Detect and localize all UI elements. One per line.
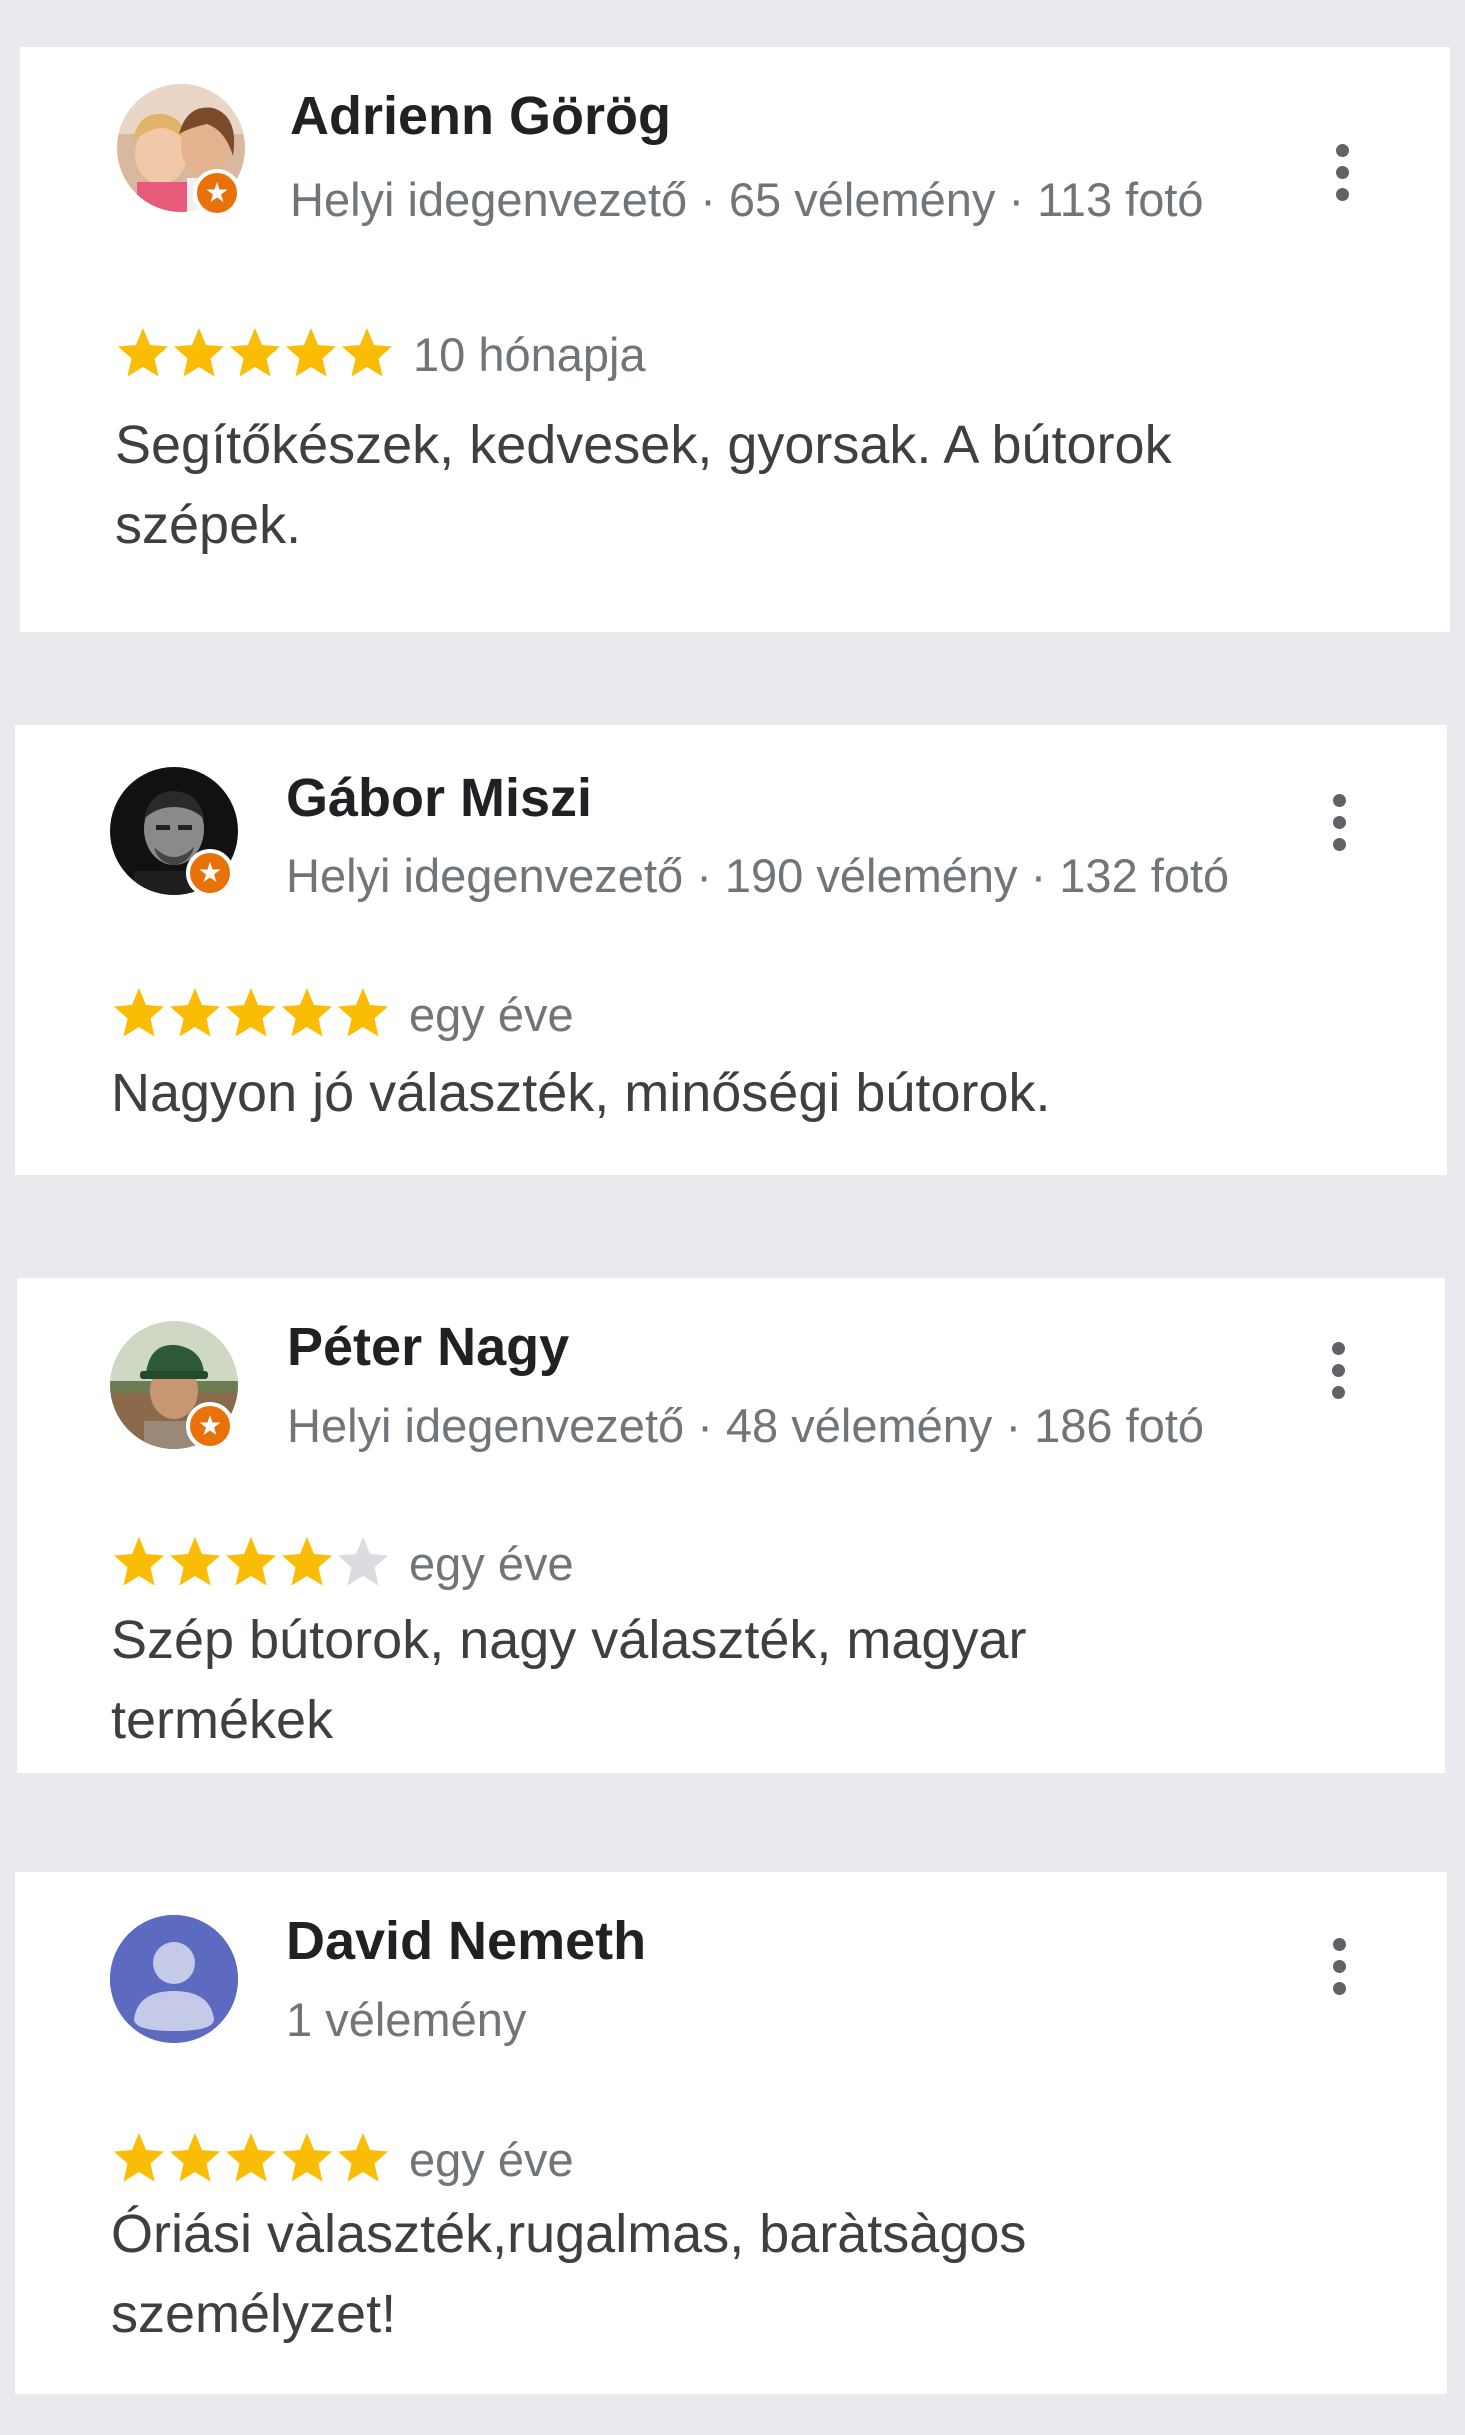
star-icon	[282, 1537, 332, 1586]
more-vert-icon-dot	[1332, 1959, 1346, 1973]
star-icon	[286, 328, 336, 377]
reviewer-name[interactable]: Adrienn Görög	[290, 85, 671, 147]
reviewer-name[interactable]: Péter Nagy	[287, 1316, 569, 1378]
star-icon	[338, 988, 388, 1037]
review-date: egy éve	[409, 1537, 574, 1590]
more-vert-icon	[1332, 1937, 1346, 1951]
star-icon	[170, 1537, 220, 1586]
more-vert-icon-dot	[1335, 187, 1349, 201]
star-rating	[111, 983, 391, 1043]
star-icon	[226, 988, 276, 1037]
star-icon	[226, 2133, 276, 2182]
reviewer-name[interactable]: Gábor Miszi	[286, 767, 592, 829]
star-icon	[230, 328, 280, 377]
star-icon	[282, 988, 332, 1037]
star-icon	[338, 1537, 388, 1586]
local-guide-badge-icon	[193, 169, 241, 217]
star-icon	[282, 2133, 332, 2182]
more-vert-icon-dot	[1332, 1981, 1346, 1995]
star-icon	[170, 2133, 220, 2182]
review-text: Nagyon jó választék, minőségi bútorok.	[111, 1063, 1051, 1123]
star-rating	[111, 2128, 391, 2188]
star-rating	[115, 323, 395, 383]
star-icon	[226, 1537, 276, 1586]
review-card: Péter Nagy Helyi idegenvezető · 48 vélem…	[17, 1278, 1445, 1773]
reviewer-meta[interactable]: Helyi idegenvezető · 48 vélemény · 186 f…	[287, 1398, 1204, 1453]
review-card: David Nemeth 1 vélemény egy éve Óriási v…	[15, 1872, 1447, 2394]
reviewer-meta[interactable]: Helyi idegenvezető · 65 vélemény · 113 f…	[290, 172, 1204, 227]
reviewer-meta[interactable]: Helyi idegenvezető · 190 vélemény · 132 …	[286, 848, 1229, 903]
review-date: egy éve	[409, 988, 574, 1041]
star-icon	[114, 1537, 164, 1586]
more-vert-icon-dot	[1332, 837, 1346, 851]
local-guide-badge-icon	[186, 849, 234, 897]
star-rating	[111, 1532, 391, 1592]
reviewer-meta[interactable]: 1 vélemény	[286, 1992, 526, 2047]
review-text: Szép bútorok, nagy választék, magyar ter…	[111, 1610, 1027, 1750]
star-icon	[170, 988, 220, 1037]
more-vert-icon	[1335, 143, 1349, 157]
reviewer-name[interactable]: David Nemeth	[286, 1910, 646, 1972]
star-icon	[338, 2133, 388, 2182]
more-vert-icon-dot	[1335, 165, 1349, 179]
more-options-button[interactable]	[1309, 1921, 1369, 2011]
review-card: Adrienn Görög Helyi idegenvezető · 65 vé…	[20, 47, 1450, 632]
review-text: Segítőkészek, kedvesek, gyorsak. A bútor…	[115, 415, 1172, 555]
default-person-avatar-icon	[110, 1915, 238, 2043]
review-date: egy éve	[409, 2133, 574, 2186]
local-guide-badge-icon	[186, 1402, 234, 1450]
star-icon	[118, 328, 168, 377]
more-vert-icon	[1331, 1341, 1345, 1355]
star-icon	[342, 328, 392, 377]
star-icon	[114, 2133, 164, 2182]
star-icon	[174, 328, 224, 377]
more-options-button[interactable]	[1312, 127, 1372, 217]
star-icon	[114, 988, 164, 1037]
more-vert-icon	[1332, 793, 1346, 807]
review-text: Óriási vàlaszték,rugalmas, baràtsàgos sz…	[111, 2204, 1027, 2344]
review-card: Gábor Miszi Helyi idegenvezető · 190 vél…	[15, 725, 1447, 1175]
more-vert-icon-dot	[1331, 1363, 1345, 1377]
more-vert-icon-dot	[1331, 1385, 1345, 1399]
reviewer-avatar[interactable]	[110, 1915, 238, 2043]
more-options-button[interactable]	[1308, 1325, 1368, 1415]
review-date: 10 hónapja	[413, 328, 646, 381]
more-options-button[interactable]	[1309, 777, 1369, 867]
more-vert-icon-dot	[1332, 815, 1346, 829]
